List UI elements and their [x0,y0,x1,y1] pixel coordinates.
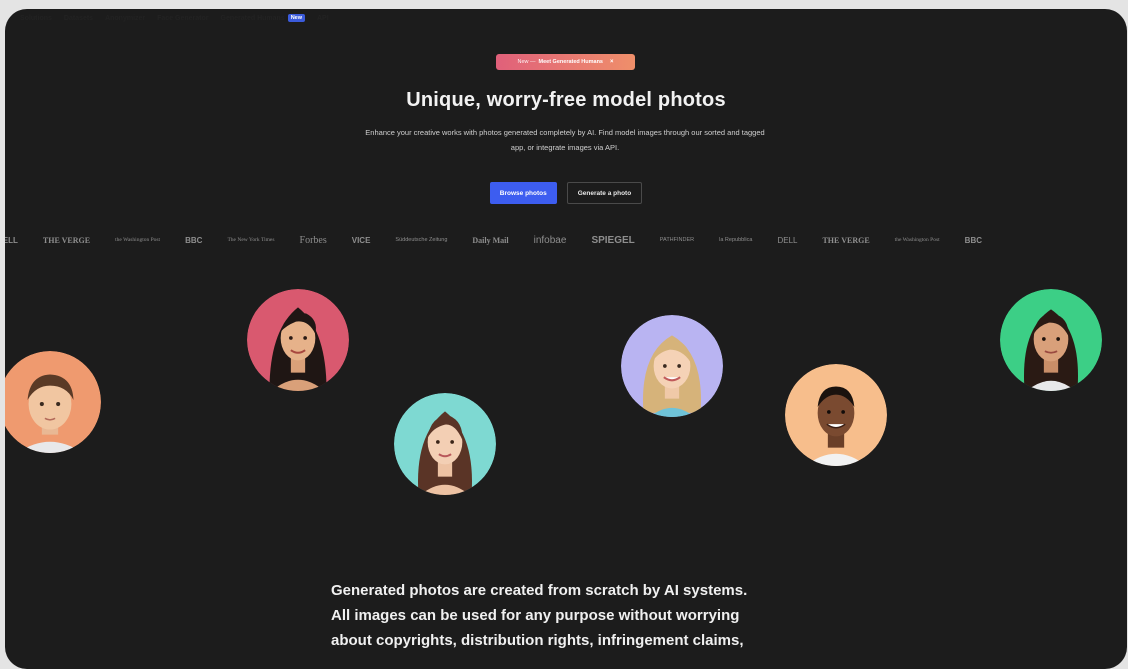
hero-description: Enhance your creative works with photos … [365,128,765,152]
press-logo-infobae: infobae [533,234,567,246]
nav-generated-humans-label: Generated Humans [220,14,285,22]
press-logo-dell-2: DELL [777,235,798,245]
toddler-portrait [5,351,101,453]
press-logo-daily-mail: Daily Mail [472,235,509,245]
press-logo-vice: VICE [351,235,371,245]
nav-generated-humans[interactable]: Generated Humans New [220,14,305,22]
nav-face-generator[interactable]: Face Generator [157,15,208,22]
press-logo-forbes: Forbes [299,234,327,246]
avatar [247,289,349,391]
promo-text: Meet Generated Humans [538,59,604,65]
press-logos-strip: DELL THE VERGE the Washington Post BBC T… [5,233,1127,247]
intro-line-2: All images can be used for any purpose w… [331,607,740,624]
press-logo-the-verge-2: THE VERGE [822,235,870,245]
woman-portrait [247,289,349,391]
press-logo-bbc-2: BBC [964,235,983,245]
avatar [621,315,723,417]
man-portrait [785,364,887,466]
intro-text: Generated photos are created from scratc… [331,578,801,653]
new-badge: New [287,14,305,22]
intro-line-3: about copyrights, distribution rights, i… [331,632,744,649]
generate-photo-button[interactable]: Generate a photo [566,182,643,204]
girl-portrait [1000,289,1102,391]
hero-section: New — Meet Generated Humans × Unique, wo… [5,9,1127,669]
press-logo-dell: DELL [5,235,18,245]
browse-photos-button[interactable]: Browse photos [489,182,557,204]
avatar [5,351,101,453]
intro-line-1: Generated photos are created from scratc… [331,582,748,599]
nav-datasets[interactable]: Datasets [64,15,93,22]
page-title: Unique, worry-free model photos [406,89,726,111]
press-logo-spiegel: SPIEGEL [591,234,635,246]
nav-solutions[interactable]: Solutions [20,15,52,22]
press-logo-la-repubblica: la Repubblica [719,237,753,243]
press-logo-pathfinder: PATHFINDER [659,237,695,243]
woman-portrait [394,393,496,495]
cta-row: Browse photos Generate a photo [5,182,1127,204]
close-icon[interactable]: × [610,59,614,65]
press-logo-sueddeutsche: Süddeutsche Zeitung [395,237,448,243]
promo-new-label: New — [517,59,536,65]
top-nav: Solutions Datasets Anonymizer Face Gener… [20,11,329,25]
avatar [1000,289,1102,391]
press-logo-bbc: BBC [185,235,203,245]
avatar [785,364,887,466]
press-logo-the-verge: THE VERGE [42,235,91,245]
nav-api[interactable]: API [317,15,329,22]
girl-portrait [621,315,723,417]
press-logo-nytimes: The New York Times [227,237,275,243]
press-logo-washington-post-2: the Washington Post [894,237,940,243]
promo-banner[interactable]: New — Meet Generated Humans × [496,54,635,70]
nav-anonymizer[interactable]: Anonymizer [105,15,145,22]
avatar [394,393,496,495]
press-logo-washington-post: the Washington Post [115,237,161,243]
